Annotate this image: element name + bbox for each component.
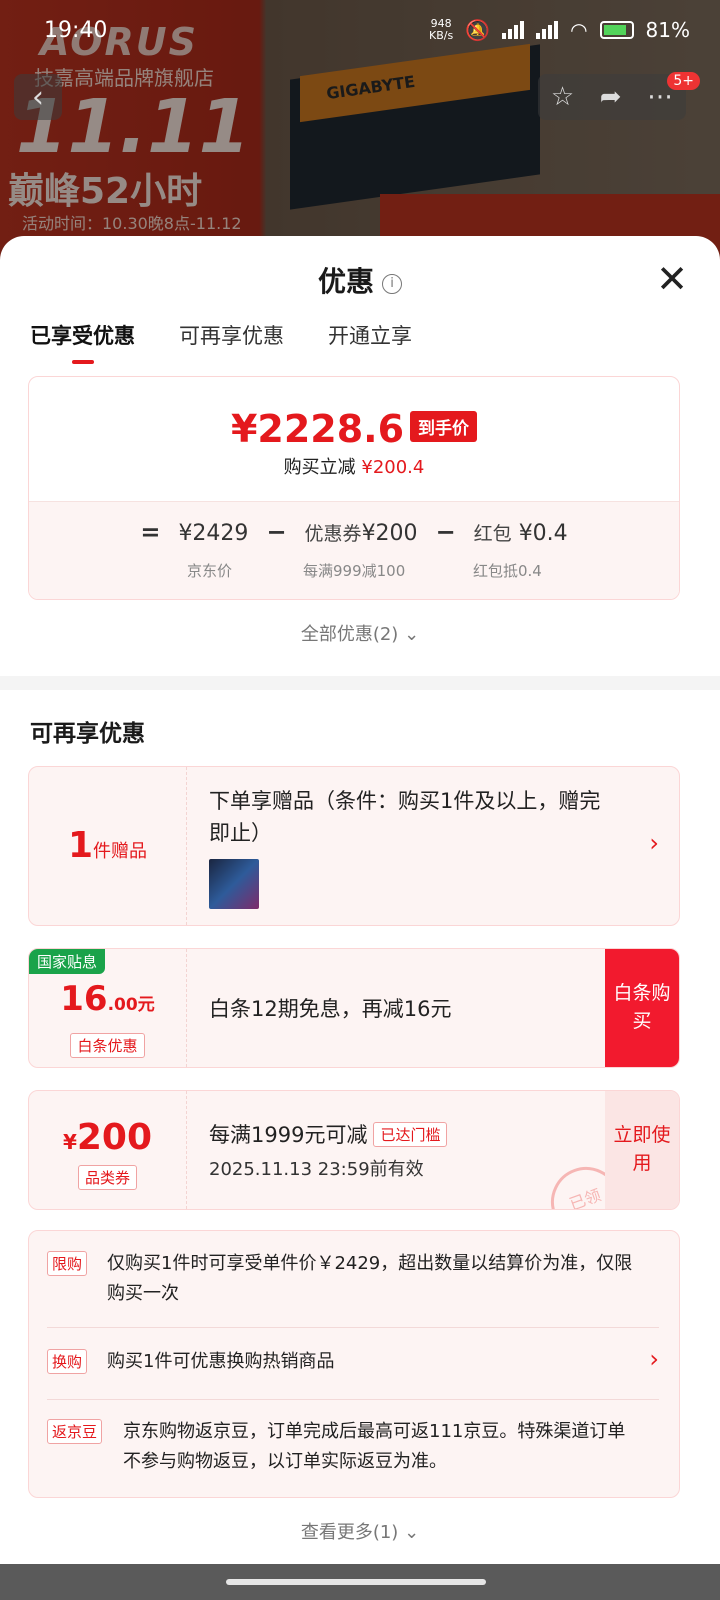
price-breakdown: = ¥2429 − 优惠券¥200 − 红包 ¥0.4 京东价 每满999减10… — [29, 501, 679, 599]
tab-activate[interactable]: 开通立享 — [328, 320, 412, 350]
signal-5g-2-icon — [536, 21, 559, 39]
coupon-amount-panel: ¥200 品类券 — [29, 1091, 187, 1209]
minus-sign: − — [266, 518, 287, 546]
back-button[interactable]: ‹ — [14, 74, 62, 120]
info-icon[interactable]: i — [382, 273, 402, 294]
net-speed-unit: KB/s — [428, 29, 454, 42]
gift-count-unit: 件赠品 — [93, 841, 148, 862]
gift-offer-card[interactable]: 1件赠品 下单享赠品（条件：购买1件及以上，赠完即止） › — [28, 766, 680, 926]
instant-discount: 购买立减 ¥200.4 — [29, 453, 679, 479]
coupon-title-text: 每满1999元可减 — [209, 1123, 368, 1147]
subsidy-amount: 16.00元 — [29, 979, 186, 1019]
final-price-value: ¥2228.6 — [230, 407, 405, 451]
jd-price-caption: 京东价 — [187, 562, 233, 580]
jd-price: ¥2429 — [178, 521, 249, 546]
message-badge: 5+ — [667, 72, 700, 90]
rule-divider — [47, 1327, 659, 1328]
subsidy-amount-decimal: .00元 — [107, 995, 155, 1015]
signal-5g-icon — [502, 21, 525, 39]
rules-card: 限购 仅购买1件时可享受单件价￥2429，超出数量以结算价为准，仅限购买一次 换… — [28, 1230, 680, 1498]
rule-text: 京东购物返京豆，订单完成后最高可返111京豆。特殊渠道订单不参与购物返豆，以订单… — [123, 1421, 626, 1472]
chevron-left-icon: ‹ — [32, 79, 44, 115]
tab-enjoyed[interactable]: 已享受优惠 — [30, 320, 135, 364]
sheet-title: 优惠 i — [0, 260, 720, 300]
gift-count-number: 1 — [67, 825, 94, 866]
chevron-right-icon: › — [649, 829, 659, 857]
minus-sign-2: − — [435, 518, 456, 546]
coupon-label: 优惠券 — [304, 523, 362, 545]
wifi-icon: ◠ — [570, 18, 588, 42]
rule-text: 仅购买1件时可享受单件价￥2429，超出数量以结算价为准，仅限购买一次 — [107, 1253, 633, 1304]
redpack-label: 红包 — [473, 523, 512, 545]
section-title: 可再享优惠 — [30, 721, 145, 747]
coupon-title: 每满1999元可减 已达门槛 — [209, 1119, 448, 1149]
rule-tag: 返京豆 — [47, 1419, 103, 1444]
rule-tag: 限购 — [47, 1251, 88, 1276]
subsidy-pill: 白条优惠 — [70, 1033, 145, 1058]
rule-divider — [47, 1399, 659, 1400]
gift-detail: 下单享赠品（条件：购买1件及以上，赠完即止） › — [187, 767, 679, 925]
threshold-pill: 已达门槛 — [373, 1122, 448, 1147]
chevron-down-icon: ⌄ — [404, 624, 420, 645]
chevron-down-icon: ⌄ — [404, 1522, 420, 1543]
close-button[interactable]: ✕ — [652, 260, 692, 300]
rule-text: 购买1件可优惠换购热销商品 — [107, 1351, 335, 1372]
rule-tag: 换购 — [47, 1349, 88, 1374]
discount-sheet: 优惠 i ✕ 已享受优惠 可再享优惠 开通立享 ¥2228.6 到手价 购买立减 ¥… — [0, 236, 720, 1564]
coupon-currency: ¥ — [62, 1130, 77, 1154]
coupon-validity: 2025.11.13 23:59前有效 — [209, 1159, 424, 1180]
battery-icon — [599, 21, 634, 39]
coupon-deduction: ¥200 — [361, 521, 418, 546]
see-more-toggle[interactable]: 查看更多(1) ⌄ — [0, 1518, 720, 1544]
equals-sign: = — [140, 518, 161, 546]
redpack-deduction: ¥0.4 — [518, 521, 568, 546]
instant-discount-value: ¥200.4 — [361, 457, 425, 478]
coupon-amount-number: 200 — [76, 1117, 153, 1158]
final-price-tag: 到手价 — [410, 411, 478, 442]
breakdown-row: = ¥2429 − 优惠券¥200 − 红包 ¥0.4 — [29, 518, 679, 546]
see-more-label: 查看更多(1) — [300, 1522, 399, 1543]
star-icon[interactable]: ☆ — [551, 82, 574, 112]
subsidy-offer-card: 国家贴息 16.00元 白条优惠 白条12期免息，再减16元 白条购买 — [28, 948, 680, 1068]
price-summary-card: ¥2228.6 到手价 购买立减 ¥200.4 = ¥2429 − 优惠券¥200… — [28, 376, 680, 600]
net-speed: 948 KB/s — [429, 18, 453, 42]
final-price: ¥2228.6 到手价 — [29, 407, 679, 451]
all-offers-toggle[interactable]: 全部优惠(2) ⌄ — [0, 620, 720, 646]
coupon-caption: 每满999减100 — [303, 562, 406, 580]
chevron-right-icon: › — [649, 1345, 659, 1373]
gift-thumbnail[interactable] — [209, 859, 259, 909]
instant-discount-label: 购买立减 — [283, 457, 356, 478]
use-coupon-button[interactable]: 立即使用 — [605, 1091, 679, 1209]
coupon-type-pill: 品类券 — [77, 1165, 137, 1190]
gift-count-panel: 1件赠品 — [29, 767, 187, 925]
tab-more-offers[interactable]: 可再享优惠 — [179, 320, 284, 350]
status-bar: 19:40 948 KB/s 🔕 ◠ 81% — [0, 0, 720, 60]
gift-description: 下单享赠品（条件：购买1件及以上，赠完即止） — [209, 789, 601, 845]
baitiao-buy-button[interactable]: 白条购买 — [605, 949, 679, 1067]
status-time: 19:40 — [44, 18, 108, 43]
subsidy-description: 白条12期免息，再减16元 — [209, 997, 452, 1021]
nav-actions: ☆ ➦ ⋯ — [538, 74, 686, 120]
home-indicator[interactable] — [226, 1579, 486, 1585]
subsidy-detail: 白条12期免息，再减16元 白条购买 — [187, 949, 679, 1067]
coupon-detail: 每满1999元可减 已达门槛 2025.11.13 23:59前有效 已领 立即使… — [187, 1091, 679, 1209]
coupon-offer-card: ¥200 品类券 每满1999元可减 已达门槛 2025.11.13 23:59前… — [28, 1090, 680, 1210]
coupon-amount: ¥200 — [29, 1117, 186, 1158]
battery-level: 81% — [645, 18, 690, 42]
status-icons: 948 KB/s 🔕 ◠ 81% — [429, 18, 690, 43]
subsidy-badge: 国家贴息 — [29, 949, 106, 974]
mute-bell-icon: 🔕 — [465, 18, 491, 42]
tab-bar: 已享受优惠 可再享优惠 开通立享 — [30, 320, 412, 364]
redpack-caption: 红包抵0.4 — [473, 562, 542, 580]
all-offers-label: 全部优惠(2) — [300, 624, 399, 645]
subsidy-amount-number: 16 — [60, 979, 108, 1019]
sheet-title-text: 优惠 — [317, 265, 374, 298]
gift-count: 1件赠品 — [29, 825, 186, 866]
share-icon[interactable]: ➦ — [600, 82, 622, 112]
section-divider — [0, 676, 720, 690]
